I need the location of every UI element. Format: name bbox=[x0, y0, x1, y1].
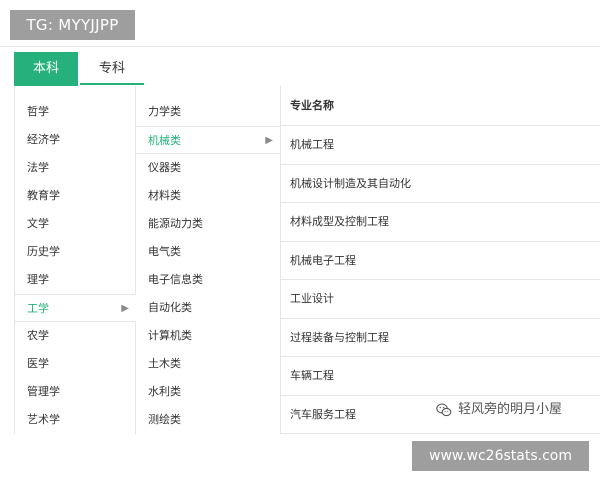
category-item[interactable]: 计算机类 bbox=[136, 322, 280, 350]
tab-junior-college[interactable]: 专科 bbox=[80, 52, 144, 85]
major-row[interactable]: 车辆工程 bbox=[281, 357, 600, 396]
watermark-text: 轻风旁的明月小屋 bbox=[458, 402, 563, 417]
category-item[interactable]: 土木类 bbox=[136, 350, 280, 378]
discipline-item-label: 工学 bbox=[27, 302, 49, 315]
chevron-right-icon: ▶ bbox=[265, 135, 273, 146]
discipline-item[interactable]: 经济学 bbox=[15, 126, 135, 154]
top-divider bbox=[0, 46, 600, 47]
discipline-item[interactable]: 艺术学 bbox=[15, 406, 135, 434]
category-item-label: 机械类 bbox=[148, 134, 181, 147]
major-row[interactable]: 过程装备与控制工程 bbox=[281, 319, 600, 357]
degree-tabs: 本科 专科 bbox=[14, 52, 144, 86]
chevron-right-icon: ▶ bbox=[121, 303, 129, 314]
category-item[interactable]: 电气类 bbox=[136, 238, 280, 266]
major-row[interactable]: 机械设计制造及其自动化 bbox=[281, 165, 600, 203]
discipline-list: 哲学 经济学 法学 教育学 文学 历史学 理学 工学 ▶ 农学 医学 管理学 艺… bbox=[14, 86, 136, 434]
major-row[interactable]: 材料成型及控制工程 bbox=[281, 203, 600, 242]
discipline-item[interactable]: 文学 bbox=[15, 210, 135, 238]
major-table: 专业名称 机械工程 机械设计制造及其自动化 材料成型及控制工程 机械电子工程 工… bbox=[281, 86, 600, 434]
category-list: 力学类 机械类 ▶ 仪器类 材料类 能源动力类 电气类 电子信息类 自动化类 计… bbox=[136, 86, 281, 434]
discipline-item-selected[interactable]: 工学 ▶ bbox=[15, 294, 136, 322]
discipline-item[interactable]: 理学 bbox=[15, 266, 135, 294]
wechat-icon bbox=[436, 402, 452, 418]
discipline-item[interactable]: 历史学 bbox=[15, 238, 135, 266]
discipline-item[interactable]: 法学 bbox=[15, 154, 135, 182]
tab-undergraduate[interactable]: 本科 bbox=[14, 52, 78, 86]
discipline-item[interactable]: 农学 bbox=[15, 322, 135, 350]
wechat-watermark: 轻风旁的明月小屋 bbox=[436, 398, 562, 422]
category-item[interactable]: 仪器类 bbox=[136, 154, 280, 182]
major-browser: 哲学 经济学 法学 教育学 文学 历史学 理学 工学 ▶ 农学 医学 管理学 艺… bbox=[14, 86, 600, 434]
site-url-badge: www.wc26stats.com bbox=[412, 441, 589, 471]
discipline-item[interactable]: 哲学 bbox=[15, 98, 135, 126]
category-item[interactable]: 能源动力类 bbox=[136, 210, 280, 238]
category-item[interactable]: 材料类 bbox=[136, 182, 280, 210]
major-table-header: 专业名称 bbox=[281, 86, 600, 126]
category-item[interactable]: 力学类 bbox=[136, 98, 280, 126]
major-row[interactable]: 机械电子工程 bbox=[281, 242, 600, 280]
major-row[interactable]: 机械工程 bbox=[281, 126, 600, 165]
category-item[interactable]: 自动化类 bbox=[136, 294, 280, 322]
category-item[interactable]: 测绘类 bbox=[136, 406, 280, 434]
discipline-item[interactable]: 管理学 bbox=[15, 378, 135, 406]
category-item-selected[interactable]: 机械类 ▶ bbox=[136, 126, 280, 154]
discipline-item[interactable]: 医学 bbox=[15, 350, 135, 378]
tg-badge: TG: MYYJJPP bbox=[10, 10, 135, 40]
category-item[interactable]: 电子信息类 bbox=[136, 266, 280, 294]
major-row[interactable]: 工业设计 bbox=[281, 280, 600, 319]
discipline-item[interactable]: 教育学 bbox=[15, 182, 135, 210]
category-item[interactable]: 水利类 bbox=[136, 378, 280, 406]
